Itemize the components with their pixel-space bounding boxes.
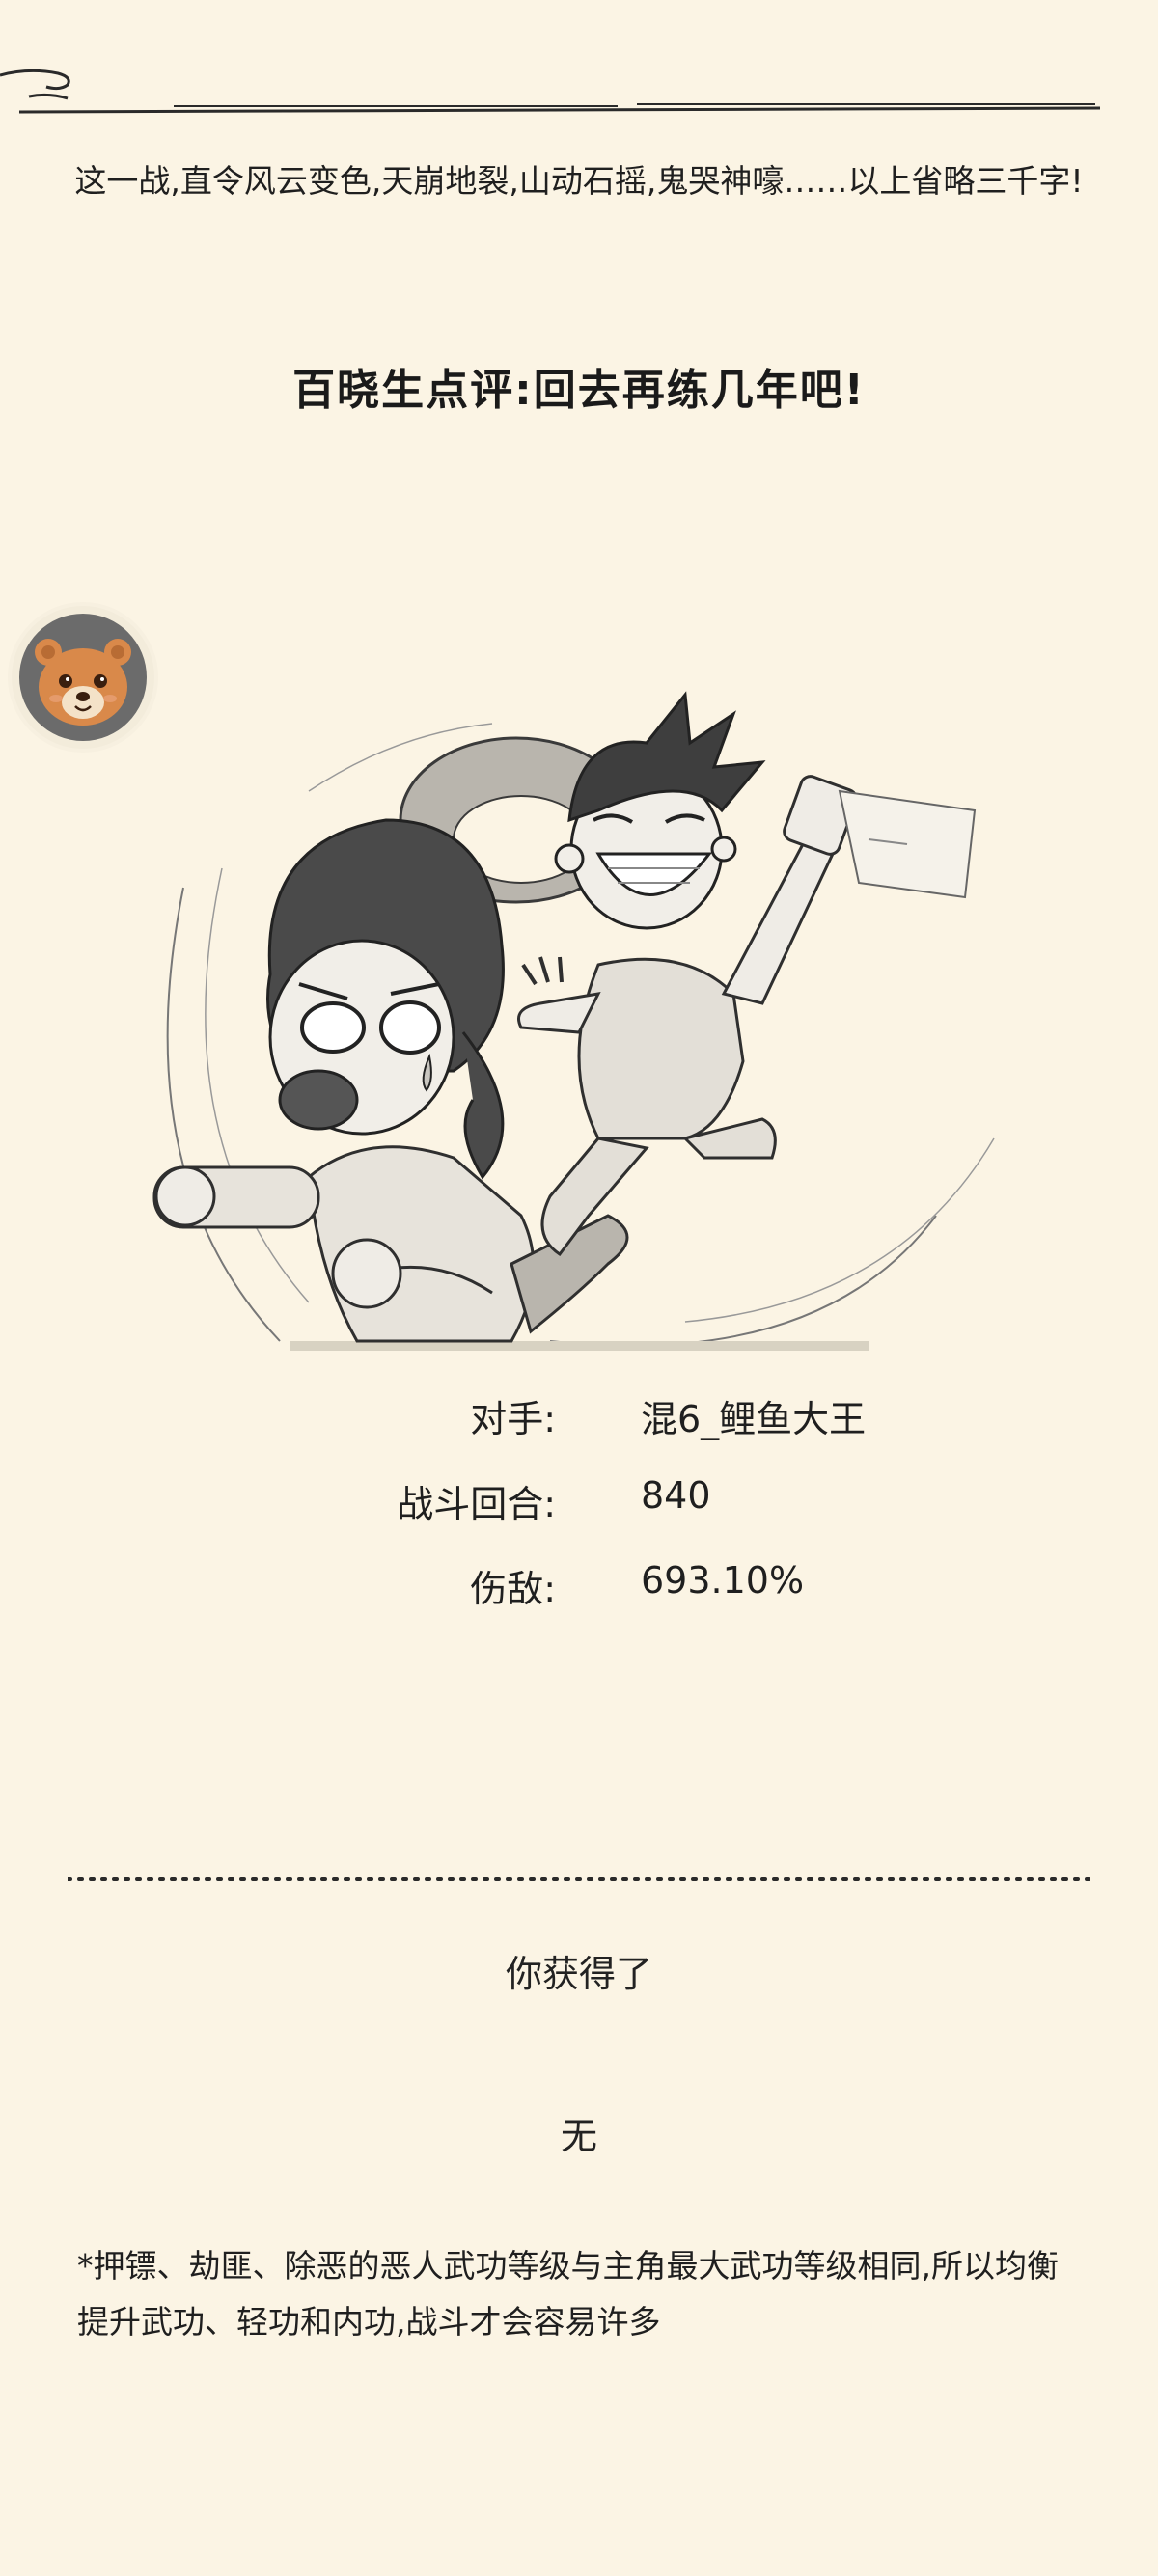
- dotted-divider: [68, 1877, 1090, 1881]
- battle-intro-text: 这一战,直令风云变色,天崩地裂,山动石摇,鬼哭神嚎……以上省略三千字!: [74, 162, 1084, 200]
- stat-value: 840: [641, 1474, 711, 1517]
- stat-value: 混6_鲤鱼大王: [641, 1398, 867, 1440]
- reward-value: 无: [560, 2115, 597, 2157]
- stat-damage: 伤敌: 693.10%: [0, 1559, 1158, 1617]
- stat-label: 对手:: [470, 1398, 556, 1440]
- reward-title: 你获得了: [505, 1953, 652, 1995]
- bear-avatar-icon[interactable]: [12, 606, 154, 749]
- commentator-review: 百晓生点评:回去再练几年吧!: [292, 366, 866, 415]
- stat-label: 战斗回合:: [397, 1483, 556, 1525]
- stat-rounds: 战斗回合: 840: [0, 1474, 1158, 1532]
- battle-illustration: [152, 691, 995, 1351]
- stat-label: 伤敌:: [470, 1568, 556, 1610]
- top-decoration: [0, 69, 1101, 114]
- tip-text: *押镖、劫匪、除恶的恶人武功等级与主角最大武功等级相同,所以均衡提升武功、轻功和…: [77, 2247, 1059, 2341]
- stat-value: 693.10%: [641, 1559, 805, 1602]
- stat-opponent: 对手: 混6_鲤鱼大王: [0, 1389, 1158, 1447]
